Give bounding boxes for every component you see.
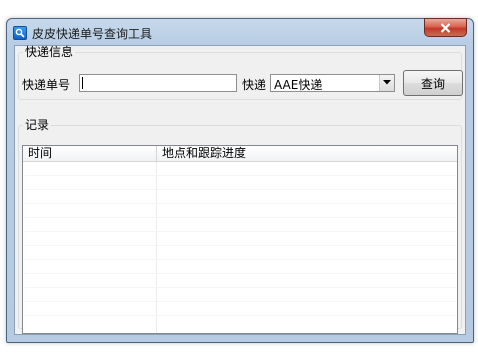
- chevron-down-icon: [383, 80, 391, 85]
- client-area: 快递信息 快递单号 快递 AAE快递 查询 记录 时间 地点和跟踪进度: [14, 45, 466, 335]
- text-caret: [82, 77, 83, 89]
- row-gridline: [23, 189, 457, 190]
- courier-select[interactable]: AAE快递: [270, 74, 395, 92]
- row-gridline: [23, 315, 457, 316]
- row-gridline: [23, 273, 457, 274]
- row-gridline: [23, 259, 457, 260]
- tracking-number-label: 快递单号: [22, 78, 71, 92]
- table-header: 时间 地点和跟踪进度: [23, 146, 457, 162]
- tracking-number-input[interactable]: [79, 74, 237, 92]
- column-header-location-progress[interactable]: 地点和跟踪进度: [157, 146, 457, 161]
- row-gridline: [23, 217, 457, 218]
- main-window: 皮皮快递单号查询工具 快递信息 快递单号 快递 AAE快递 查询 记录 时间 地…: [6, 18, 474, 343]
- row-gridline: [23, 287, 457, 288]
- row-gridline: [23, 245, 457, 246]
- records-legend: 记录: [25, 118, 50, 132]
- records-table[interactable]: 时间 地点和跟踪进度: [22, 145, 458, 334]
- close-button[interactable]: [424, 18, 467, 37]
- courier-info-group: 快递信息 快递单号 快递 AAE快递 查询: [18, 45, 463, 100]
- close-icon: [440, 23, 451, 33]
- search-icon: [13, 26, 27, 40]
- column-divider: [156, 162, 157, 333]
- courier-info-legend: 快递信息: [25, 45, 74, 59]
- row-gridline: [23, 175, 457, 176]
- window-title: 皮皮快递单号查询工具: [32, 27, 153, 41]
- courier-label: 快递: [242, 78, 267, 92]
- records-group: 记录 时间 地点和跟踪进度: [18, 118, 462, 334]
- row-gridline: [23, 203, 457, 204]
- courier-dropdown-button[interactable]: [379, 75, 394, 91]
- courier-selected-value: AAE快递: [274, 78, 323, 92]
- query-button[interactable]: 查询: [403, 70, 463, 96]
- title-bar[interactable]: 皮皮快递单号查询工具: [7, 18, 473, 45]
- row-gridline: [23, 301, 457, 302]
- column-header-time[interactable]: 时间: [23, 146, 157, 161]
- row-gridline: [23, 231, 457, 232]
